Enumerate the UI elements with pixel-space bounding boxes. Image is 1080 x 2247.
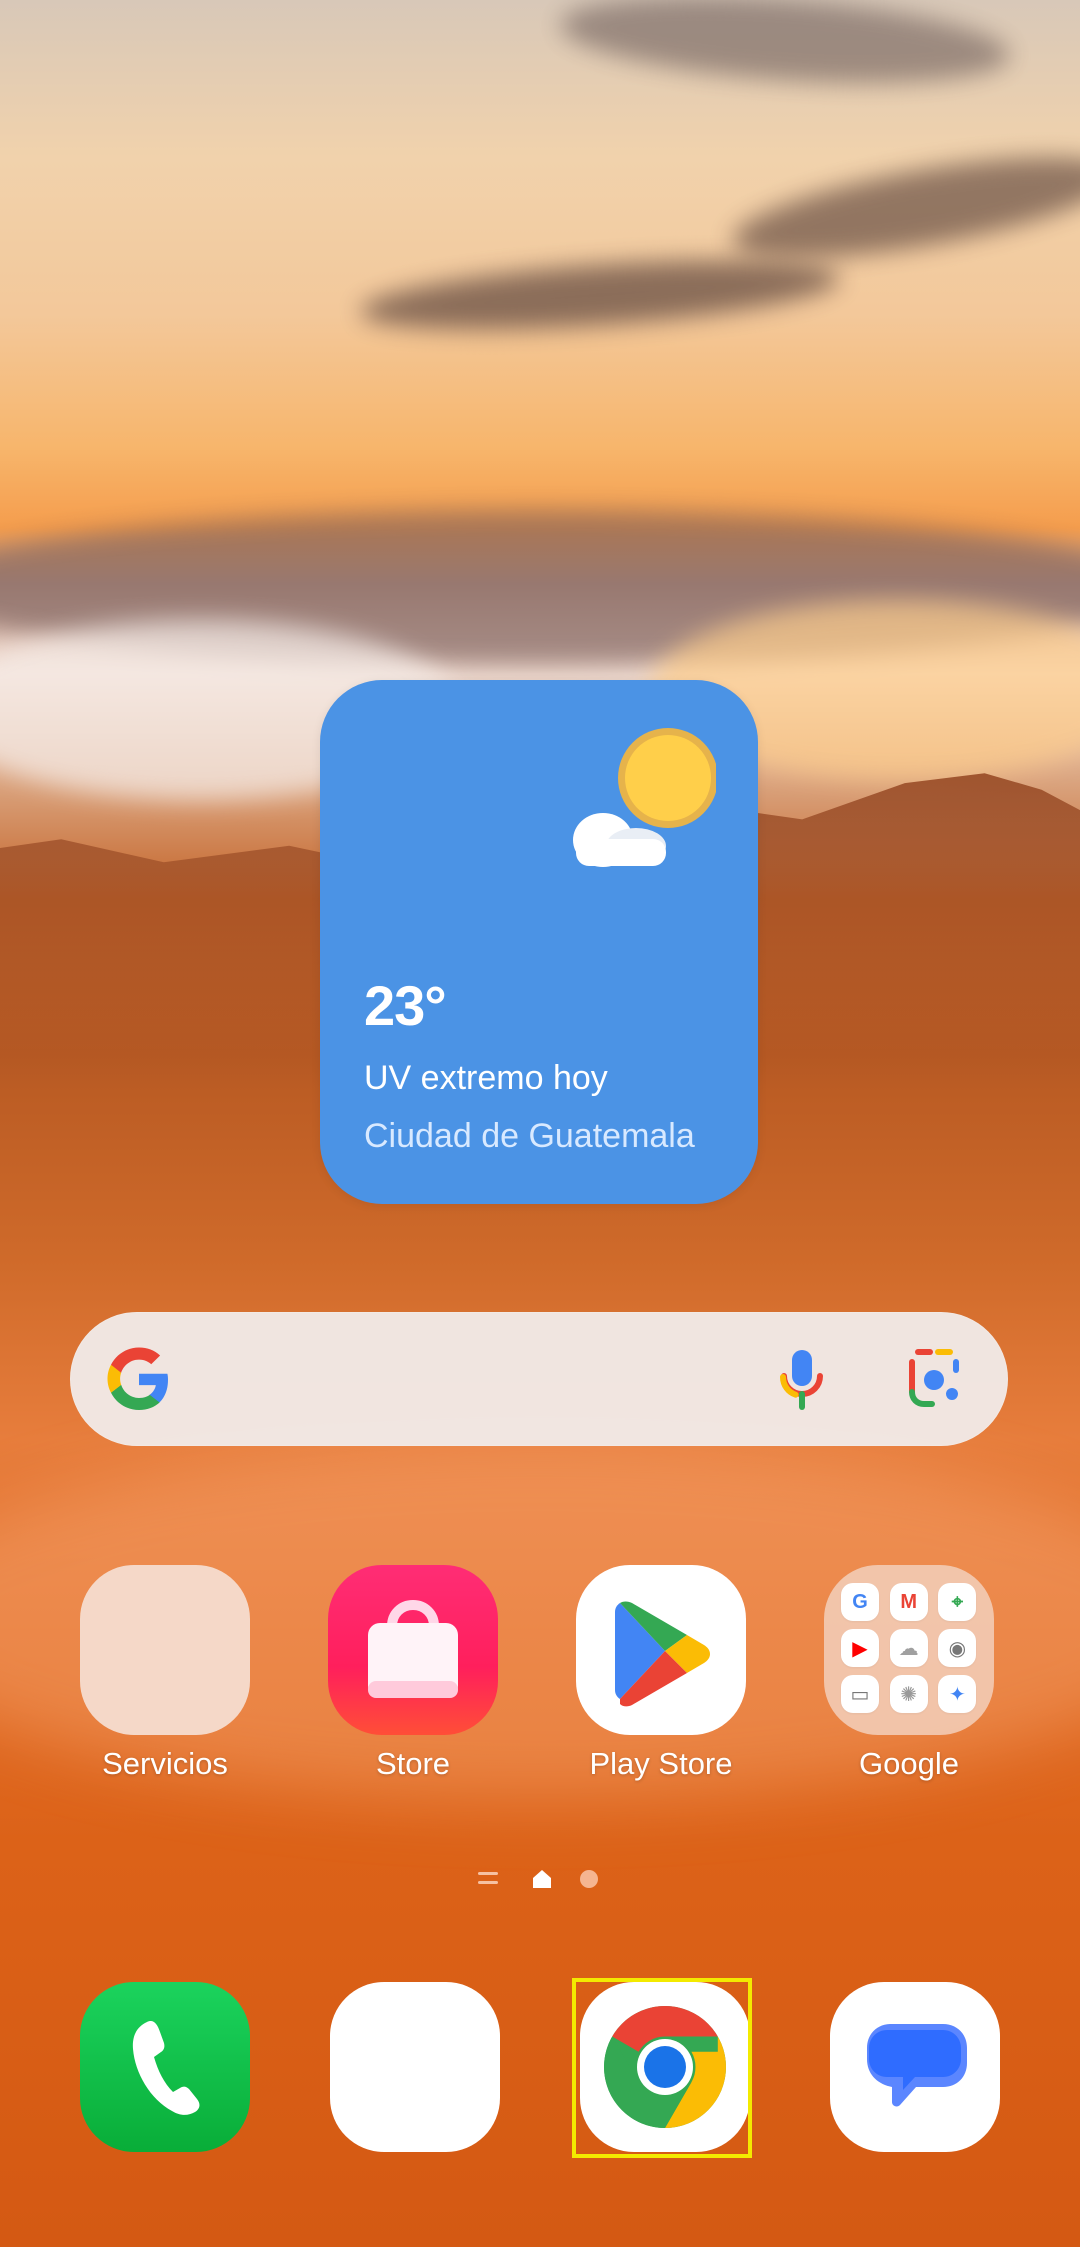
play-movies-icon: ◉ bbox=[938, 1629, 977, 1667]
weather-location: Ciudad de Guatemala bbox=[364, 1117, 695, 1155]
blank-app[interactable] bbox=[330, 1982, 500, 2152]
store-app[interactable]: Store bbox=[318, 1565, 508, 1782]
weather-description: UV extremo hoy bbox=[364, 1059, 608, 1097]
photos-icon: ✺ bbox=[889, 1675, 928, 1713]
home-icon bbox=[533, 1870, 551, 1888]
google-label: Google bbox=[859, 1746, 959, 1781]
weather-temperature: 23° bbox=[364, 974, 447, 1037]
weather-widget[interactable]: 23° UV extremo hoy Ciudad de Guatemala bbox=[320, 680, 758, 1204]
play-store-icon bbox=[576, 1565, 746, 1735]
play-store-app[interactable]: Play Store bbox=[566, 1565, 756, 1782]
messages-icon bbox=[867, 2024, 967, 2107]
chrome-app[interactable] bbox=[580, 1982, 750, 2152]
cloud bbox=[358, 248, 842, 342]
store-label: Store bbox=[375, 1746, 451, 1781]
youtube-icon: ▶ bbox=[841, 1629, 879, 1667]
google-folder-grid: G M ⌖ ▶ ☁ ◉ ▭ ✺ ✦ bbox=[841, 1583, 977, 1713]
tv-icon: ▭ bbox=[841, 1675, 879, 1713]
gemini-icon: ✦ bbox=[938, 1675, 977, 1713]
phone-icon bbox=[132, 2021, 200, 2115]
google-g-icon bbox=[107, 1347, 168, 1410]
cloud bbox=[726, 136, 1080, 279]
google-icon: G bbox=[841, 1583, 879, 1621]
store-icon bbox=[328, 1565, 498, 1735]
chrome-icon bbox=[604, 2006, 726, 2128]
servicios-app[interactable]: Servicios bbox=[70, 1565, 260, 1782]
cloud bbox=[557, 0, 1013, 96]
page-indicator bbox=[478, 1866, 604, 1892]
page-dot-icon bbox=[580, 1870, 598, 1888]
messages-app[interactable] bbox=[830, 1982, 1000, 2152]
servicios-label: Servicios bbox=[102, 1746, 228, 1781]
drive-icon: ☁ bbox=[889, 1629, 928, 1667]
partly-sunny-icon bbox=[573, 728, 716, 867]
microphone-icon[interactable] bbox=[772, 1346, 832, 1412]
play-store-label: Play Store bbox=[589, 1746, 733, 1781]
maps-icon: ⌖ bbox=[938, 1583, 977, 1621]
google-lens-icon[interactable] bbox=[900, 1344, 968, 1412]
gmail-icon: M bbox=[889, 1583, 928, 1621]
menu-icon bbox=[478, 1872, 498, 1884]
google-folder[interactable]: G M ⌖ ▶ ☁ ◉ ▭ ✺ ✦ Google bbox=[814, 1565, 1004, 1782]
servicios-icon bbox=[80, 1565, 250, 1735]
shopping-bag-icon bbox=[368, 1599, 458, 1698]
google-folder-icon: G M ⌖ ▶ ☁ ◉ ▭ ✺ ✦ bbox=[824, 1565, 994, 1735]
phone-app[interactable] bbox=[80, 1982, 250, 2152]
google-search-bar[interactable] bbox=[70, 1312, 1008, 1446]
google-play-icon bbox=[615, 1601, 710, 1707]
